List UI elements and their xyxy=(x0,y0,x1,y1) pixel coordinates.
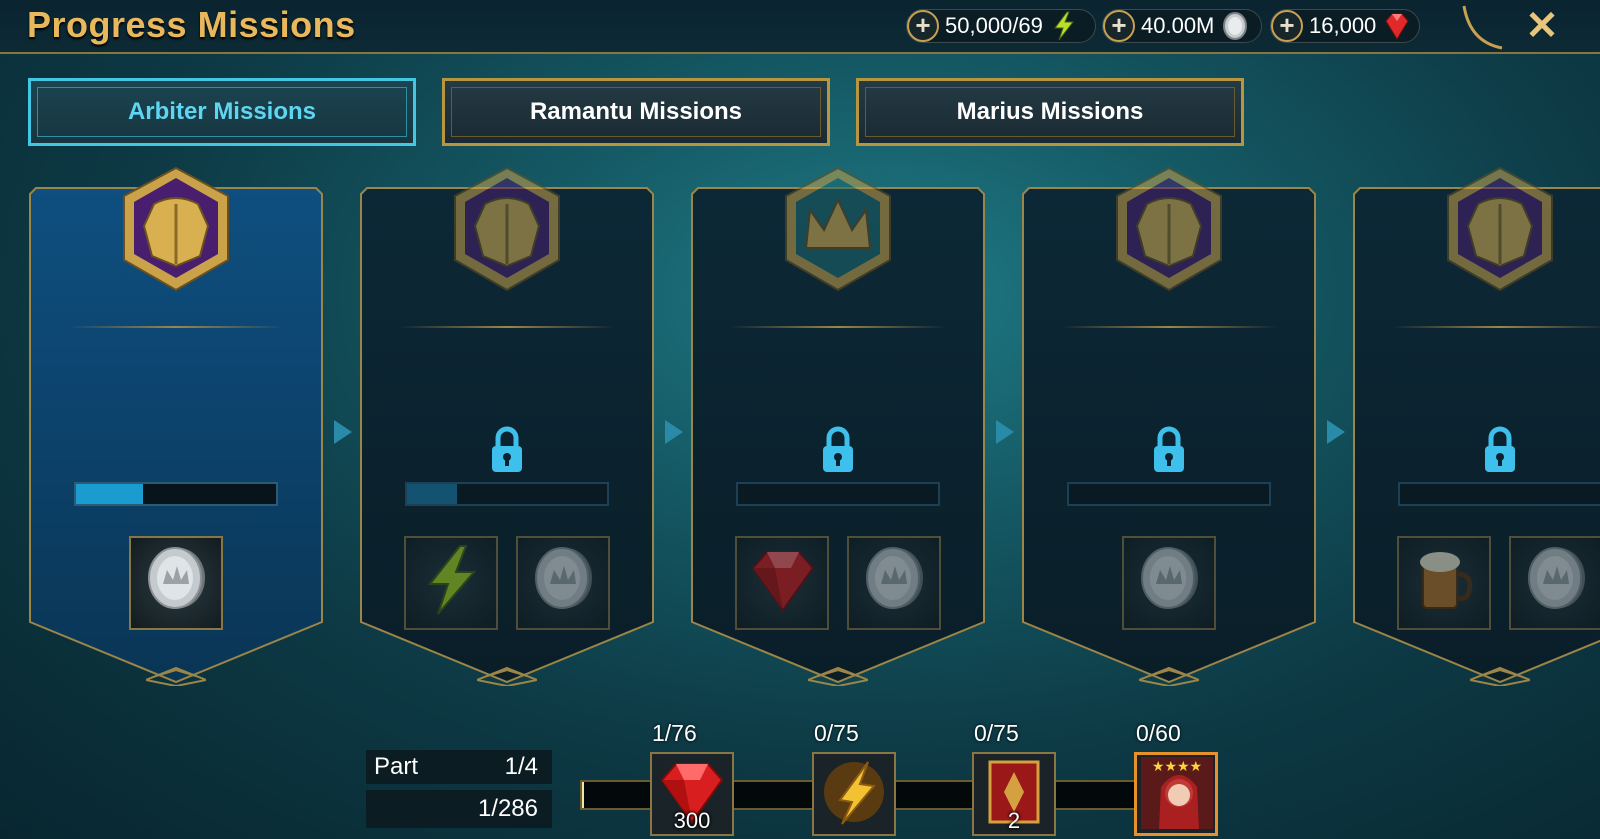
total-progress: 1/286 xyxy=(366,790,552,828)
armor-emblem-icon xyxy=(1116,166,1222,292)
ale-mug-icon xyxy=(1420,552,1473,609)
reward-slot[interactable] xyxy=(1397,536,1491,630)
progress-fill xyxy=(407,484,457,504)
reward-slot[interactable] xyxy=(129,536,223,630)
energy-bolt-icon xyxy=(1053,11,1074,41)
mission-card[interactable] xyxy=(1021,166,1317,696)
milestone-amount: 300 xyxy=(673,808,711,833)
mission-progress-bar xyxy=(1067,482,1271,506)
close-icon[interactable]: ✕ xyxy=(1522,6,1562,46)
gems-value: 16,000 xyxy=(1309,13,1377,38)
energy-resource: + 50,000/69 xyxy=(906,9,1096,43)
card-ornament xyxy=(1139,666,1199,686)
part-label: Part xyxy=(374,753,419,780)
mission-progress-bar xyxy=(1398,482,1600,506)
add-gems-button[interactable]: + xyxy=(1271,10,1303,42)
armor-emblem-icon xyxy=(454,166,560,292)
card-ornament xyxy=(808,666,868,686)
add-energy-button[interactable]: + xyxy=(907,10,939,42)
lock-icon xyxy=(492,426,522,472)
silver-coin-icon xyxy=(1223,12,1248,40)
add-silver-button[interactable]: + xyxy=(1103,10,1135,42)
reward-slot[interactable] xyxy=(735,536,829,630)
rewards-row xyxy=(1021,536,1317,630)
mission-card[interactable] xyxy=(1352,166,1600,696)
milestone-count: 0/75 xyxy=(814,720,859,746)
milestone-reward[interactable] xyxy=(812,752,896,836)
crown-emblem-icon xyxy=(785,166,891,292)
tab-marius-missions[interactable]: Marius Missions xyxy=(856,78,1244,146)
milestone-reward[interactable]: 2 xyxy=(972,752,1056,836)
mission-progress-bar xyxy=(74,482,278,506)
milestone-reward[interactable]: ★★★★ xyxy=(1134,752,1218,836)
champion-portrait-icon: ★★★★ xyxy=(1141,757,1213,829)
page-title: Progress Missions xyxy=(27,4,356,45)
rewards-row xyxy=(28,536,324,630)
lock-icon xyxy=(823,426,853,472)
part-value: 1/4 xyxy=(504,753,538,780)
tab-arbiter-missions[interactable]: Arbiter Missions xyxy=(28,78,416,146)
silver-coin-icon xyxy=(148,547,205,609)
top-bar: Progress Missions + 50,000/69 + 40.00M +… xyxy=(0,0,1600,54)
lock-icon xyxy=(1485,426,1515,472)
mission-progress-bar xyxy=(405,482,609,506)
mission-card[interactable] xyxy=(690,166,986,696)
milestone-reward[interactable]: 300 xyxy=(650,752,734,836)
progress-fill xyxy=(76,484,143,504)
lock-icon xyxy=(1154,426,1184,472)
title-divider xyxy=(730,326,946,328)
rewards-row xyxy=(690,536,986,630)
menu-hook-icon[interactable] xyxy=(1458,2,1508,52)
tab-ramantu-missions[interactable]: Ramantu Missions xyxy=(442,78,830,146)
next-arrow-icon xyxy=(665,420,683,444)
gem-icon xyxy=(751,551,815,612)
milestone-track-fill xyxy=(582,782,584,808)
next-arrow-icon xyxy=(334,420,352,444)
svg-text:★★★★: ★★★★ xyxy=(1152,759,1202,775)
reward-slot[interactable] xyxy=(847,536,941,630)
silver-coin-icon xyxy=(1528,547,1585,609)
title-divider xyxy=(68,326,284,328)
next-arrow-icon xyxy=(1327,420,1345,444)
title-divider xyxy=(1061,326,1277,328)
reward-slot[interactable] xyxy=(516,536,610,630)
next-arrow-icon xyxy=(996,420,1014,444)
card-ornament xyxy=(1470,666,1530,686)
silver-coin-icon xyxy=(1141,547,1198,609)
mission-progress-bar xyxy=(736,482,940,506)
artifact-icon xyxy=(824,761,884,825)
silver-resource: + 40.00M xyxy=(1102,9,1262,43)
rewards-row xyxy=(359,536,655,630)
reward-slot[interactable] xyxy=(1509,536,1600,630)
energy-value: 50,000/69 xyxy=(945,13,1043,38)
milestone-count: 1/76 xyxy=(652,720,697,746)
armor-emblem-icon xyxy=(123,166,229,292)
silver-coin-icon xyxy=(866,547,923,609)
silver-coin-icon xyxy=(535,547,592,609)
milestone-amount: 2 xyxy=(1007,808,1021,833)
title-divider xyxy=(399,326,615,328)
milestone-count: 0/60 xyxy=(1136,720,1181,746)
reward-slot[interactable] xyxy=(1122,536,1216,630)
card-ornament xyxy=(146,666,206,686)
gems-resource: + 16,000 xyxy=(1270,9,1420,43)
part-indicator: Part 1/4 xyxy=(366,750,552,784)
mission-card[interactable] xyxy=(359,166,655,696)
rewards-row xyxy=(1352,536,1600,630)
title-divider xyxy=(1392,326,1600,328)
gem-icon xyxy=(1385,13,1409,40)
card-ornament xyxy=(477,666,537,686)
mission-card[interactable] xyxy=(28,166,324,696)
armor-emblem-icon xyxy=(1447,166,1553,292)
milestone-count: 0/75 xyxy=(974,720,1019,746)
silver-value: 40.00M xyxy=(1141,13,1215,38)
energy-bolt-icon xyxy=(427,545,477,615)
reward-slot[interactable] xyxy=(404,536,498,630)
